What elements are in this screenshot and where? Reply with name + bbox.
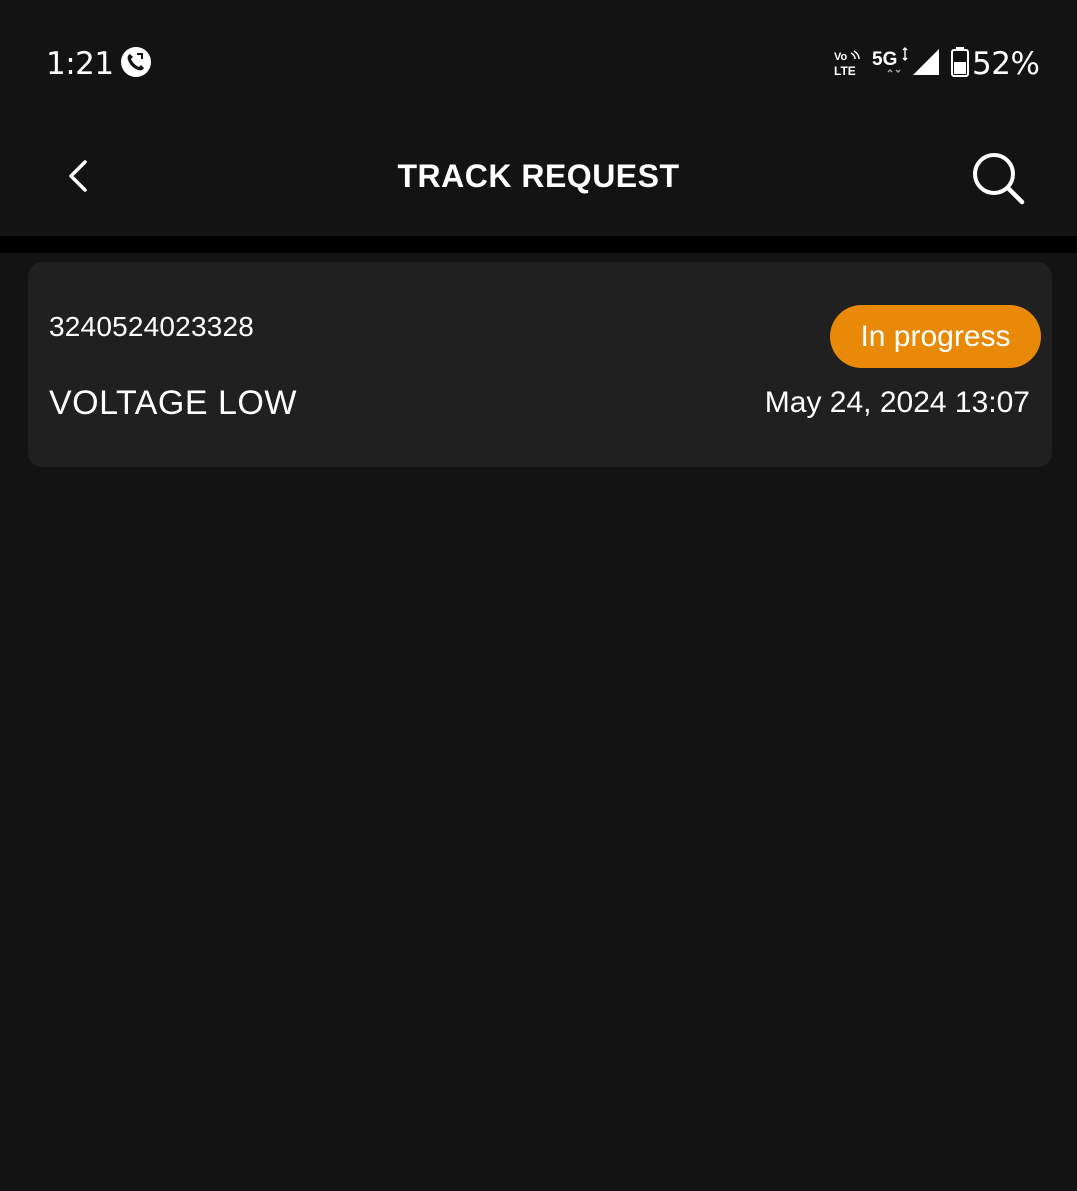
header-divider — [0, 236, 1077, 253]
volte-icon: Vo LTE — [834, 50, 860, 77]
page-title: TRACK REQUEST — [397, 158, 680, 194]
request-id: 3240524023328 — [49, 311, 255, 342]
search-icon — [973, 153, 1025, 205]
request-title: VOLTAGE LOW — [49, 384, 297, 422]
svg-text:Vo: Vo — [834, 51, 848, 63]
phone-app-icon — [121, 47, 151, 77]
request-date: May 24, 2024 13:07 — [764, 386, 1030, 419]
track-request-screen: 1:21 Vo LTE 5G 52% TRACK REQUEST 3240524… — [0, 0, 1077, 1191]
signal-strength-icon — [913, 49, 939, 75]
svg-text:5G: 5G — [872, 49, 897, 70]
svg-text:LTE: LTE — [834, 64, 856, 77]
app-header: TRACK REQUEST — [0, 120, 1077, 236]
battery-percent: 52% — [972, 46, 1040, 82]
status-bar: 1:21 Vo LTE 5G 52% — [0, 0, 1077, 120]
battery-icon — [951, 47, 969, 77]
network-5g-icon: 5G — [872, 47, 908, 73]
status-time: 1:21 — [46, 46, 114, 82]
status-badge: In progress — [830, 305, 1041, 368]
request-card[interactable]: 3240524023328 In progress VOLTAGE LOW Ma… — [28, 262, 1052, 467]
search-button[interactable] — [968, 148, 1028, 208]
